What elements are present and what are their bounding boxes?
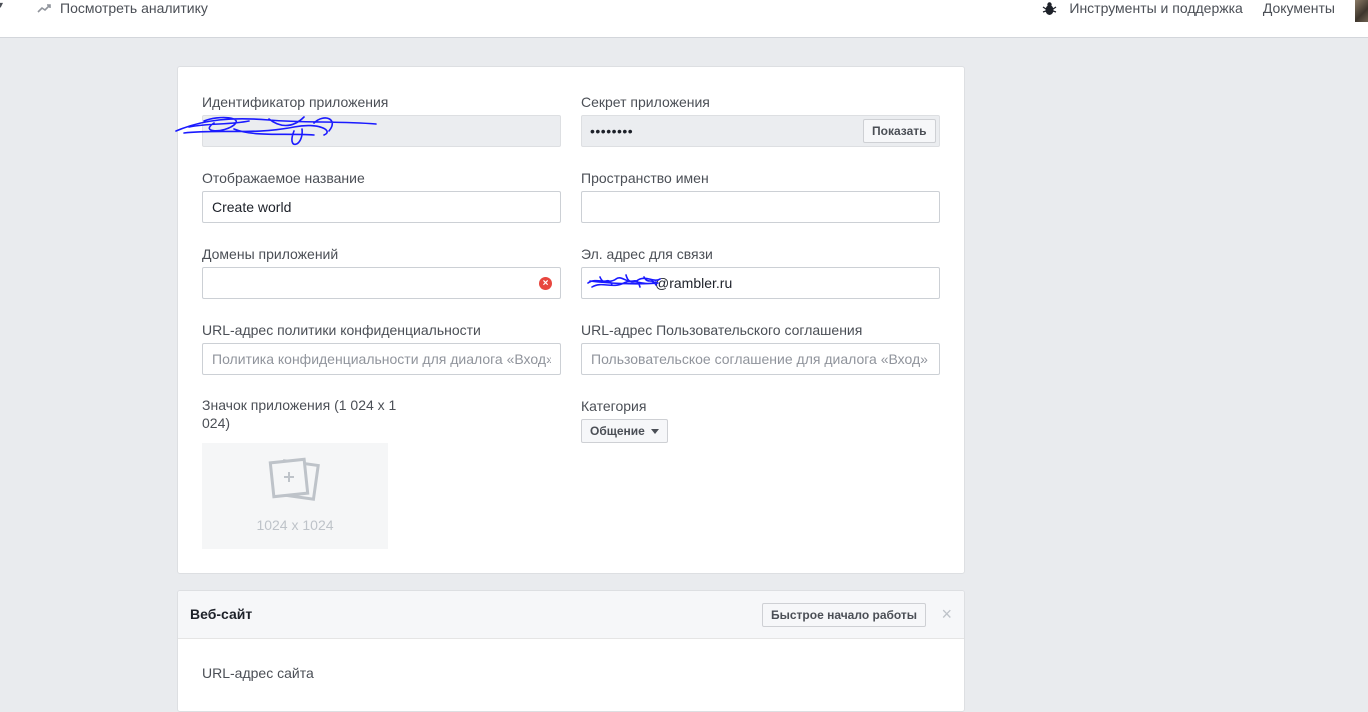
privacy-url-input[interactable] [202, 343, 561, 375]
privacy-url-field: URL-адрес политики конфиденциальности [202, 321, 481, 339]
app-icon-field: Значок приложения (1 024 x 1 024) [202, 396, 402, 432]
namespace-field: Пространство имен [581, 169, 709, 187]
site-url-label: URL-адрес сайта [202, 665, 314, 681]
contact-email-value: @rambler.ru [655, 275, 733, 291]
app-secret-value: •••••••• [590, 123, 634, 139]
tools-support-link[interactable]: Инструменты и поддержка [1069, 0, 1242, 16]
view-analytics-link[interactable]: Посмотреть аналитику [37, 0, 208, 16]
namespace-label: Пространство имен [581, 170, 709, 186]
trend-icon [37, 4, 51, 13]
basic-settings-card: Идентификатор приложения Секрет приложен… [175, 66, 965, 574]
display-name-label: Отображаемое название [202, 170, 365, 186]
app-id-field: Идентификатор приложения [202, 93, 388, 111]
contact-email-input[interactable]: @rambler.ru [581, 267, 940, 299]
app-domains-label: Домены приложений [202, 246, 339, 262]
docs-link[interactable]: Документы [1263, 0, 1335, 16]
quickstart-button[interactable]: Быстрое начало работы [762, 603, 927, 627]
contact-email-field: Эл. адрес для связи [581, 245, 713, 263]
app-icon-upload[interactable]: 1024 x 1024 [202, 443, 388, 549]
add-image-icon [268, 457, 320, 501]
close-icon[interactable]: × [941, 604, 952, 624]
chevron-down-icon[interactable]: ▾ [0, 0, 3, 11]
contact-email-label: Эл. адрес для связи [581, 246, 713, 262]
category-dropdown[interactable]: Общение [581, 419, 668, 443]
error-icon[interactable]: × [539, 277, 552, 290]
avatar[interactable] [1355, 0, 1368, 22]
app-domains-field: Домены приложений [202, 245, 338, 263]
show-secret-button[interactable]: Показать [863, 119, 936, 143]
privacy-url-label: URL-адрес политики конфиденциальности [202, 322, 481, 338]
app-id-input[interactable] [202, 115, 561, 147]
app-id-label: Идентификатор приложения [202, 94, 389, 110]
app-domains-input[interactable]: × [202, 267, 561, 299]
namespace-input[interactable] [581, 191, 940, 223]
terms-url-label: URL-адрес Пользовательского соглашения [581, 322, 863, 338]
app-secret-field: Секрет приложения [581, 93, 710, 111]
top-bar: ▾ Посмотреть аналитику Инструменты и под… [0, 0, 1368, 38]
category-field: Категория [581, 397, 646, 415]
website-title: Веб-сайт [190, 606, 253, 622]
display-name-input[interactable] [202, 191, 561, 223]
display-name-field: Отображаемое название [202, 169, 365, 187]
category-value: Общение [590, 424, 645, 438]
bug-icon[interactable] [1042, 1, 1057, 16]
top-right-links: Инструменты и поддержка Документы [1042, 0, 1368, 22]
view-analytics-label: Посмотреть аналитику [60, 0, 208, 16]
terms-url-input[interactable] [581, 343, 940, 375]
chevron-down-icon [650, 429, 659, 435]
website-card: Веб-сайт Быстрое начало работы × URL-адр… [177, 590, 965, 712]
website-card-header: Веб-сайт Быстрое начало работы × [178, 591, 964, 639]
category-label: Категория [581, 398, 647, 414]
icon-size-text: 1024 x 1024 [256, 517, 334, 533]
app-icon-label: Значок приложения (1 024 x 1 024) [202, 397, 397, 431]
app-secret-label: Секрет приложения [581, 94, 710, 110]
terms-url-field: URL-адрес Пользовательского соглашения [581, 321, 862, 339]
